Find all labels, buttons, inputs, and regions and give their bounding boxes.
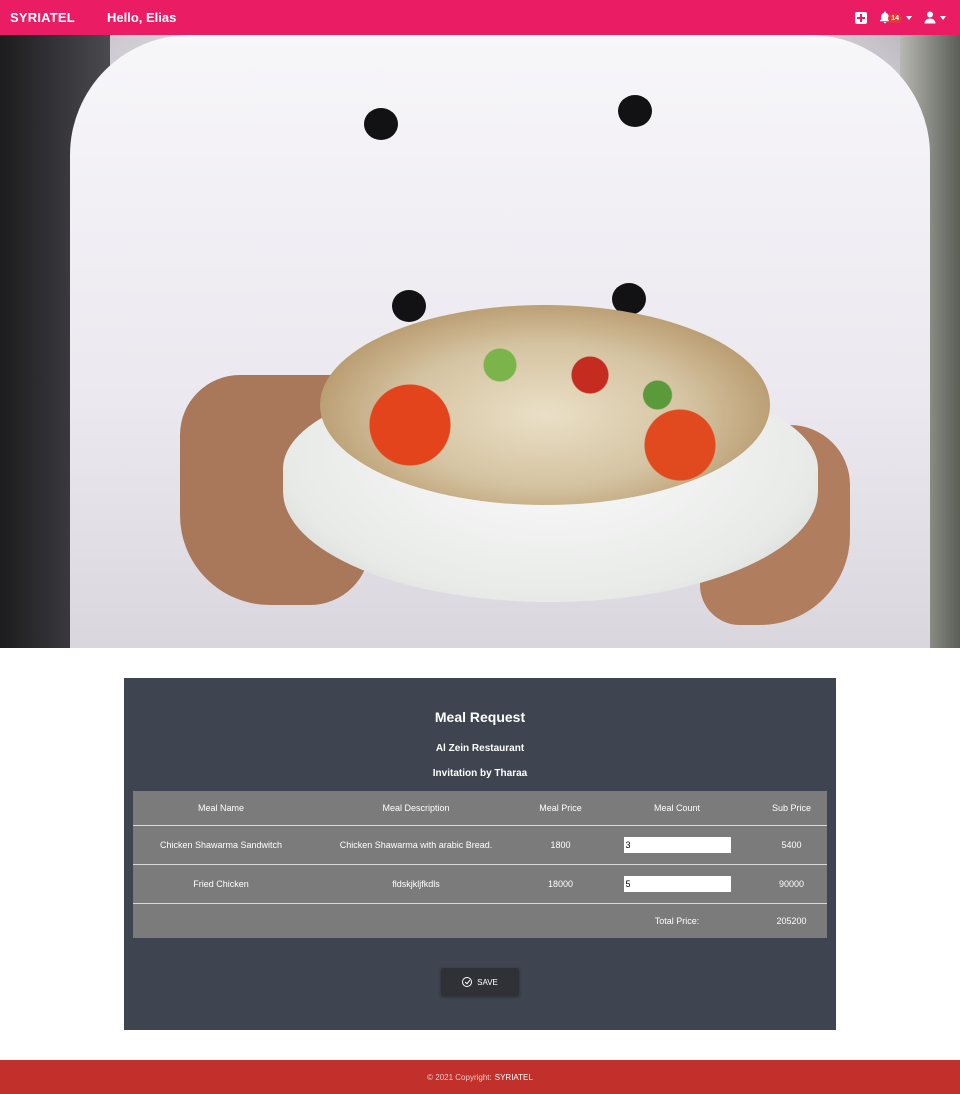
meal-name: Fried Chicken bbox=[193, 879, 249, 889]
save-button[interactable]: SAVE bbox=[441, 968, 519, 996]
table-header: Meal Name Meal Description Meal Price Me… bbox=[133, 791, 827, 826]
meal-price: 1800 bbox=[550, 840, 571, 850]
save-button-label: SAVE bbox=[477, 977, 498, 987]
column-header: Meal Name bbox=[197, 803, 244, 813]
column-header: Meal Count bbox=[653, 803, 701, 813]
hero-image-chef-holding-plate bbox=[0, 35, 960, 648]
invitation-text: Invitation by Tharaa bbox=[432, 768, 528, 779]
total-value: 205200 bbox=[776, 916, 807, 926]
total-label: Total Price: bbox=[654, 916, 700, 926]
meal-price: 18000 bbox=[547, 879, 574, 889]
column-header: Meal Description bbox=[382, 803, 450, 813]
table-row: Fried Chicken fldskjkljfkdls 18000 90000 bbox=[133, 865, 827, 904]
column-header: Sub Price bbox=[771, 803, 812, 813]
brand-logo[interactable]: SYRIATEL bbox=[10, 10, 75, 25]
page-title: Meal Request bbox=[434, 709, 526, 725]
check-circle-icon bbox=[462, 977, 473, 987]
sub-price: 90000 bbox=[778, 879, 805, 889]
total-row: Total Price: 205200 bbox=[133, 904, 827, 938]
footer: © 2021 Copyright: SYRIATEL bbox=[0, 1060, 960, 1094]
column-header: Meal Price bbox=[539, 803, 582, 813]
top-navbar: SYRIATEL Hello, Elias 14 bbox=[0, 0, 960, 35]
sub-price: 5400 bbox=[781, 840, 802, 850]
meal-description: fldskjkljfkdls bbox=[392, 879, 440, 889]
table-row: Chicken Shawarma Sandwitch Chicken Shawa… bbox=[133, 826, 827, 865]
meal-count-input[interactable] bbox=[623, 876, 731, 892]
user-icon bbox=[924, 11, 936, 24]
greeting-text: Hello, Elias bbox=[107, 10, 177, 25]
meal-request-card: Meal Request Al Zein Restaurant Invitati… bbox=[124, 678, 836, 1030]
meal-description: Chicken Shawarma with arabic Bread. bbox=[339, 840, 493, 850]
meal-count-input[interactable] bbox=[623, 837, 731, 853]
restaurant-name: Al Zein Restaurant bbox=[435, 743, 525, 754]
footer-brand-link[interactable]: SYRIATEL bbox=[495, 1073, 533, 1082]
notifications-button[interactable]: 14 bbox=[879, 11, 912, 24]
copyright-text: © 2021 Copyright: bbox=[427, 1072, 492, 1082]
chevron-down-icon bbox=[906, 15, 912, 20]
meal-name: Chicken Shawarma Sandwitch bbox=[159, 840, 283, 850]
plus-square-icon bbox=[855, 11, 868, 24]
chevron-down-icon bbox=[940, 15, 946, 20]
add-button[interactable] bbox=[855, 11, 868, 24]
navbar-actions: 14 bbox=[843, 0, 946, 35]
user-menu-button[interactable] bbox=[924, 11, 946, 24]
notification-badge: 14 bbox=[888, 14, 902, 23]
meal-table: Meal Name Meal Description Meal Price Me… bbox=[133, 791, 827, 938]
